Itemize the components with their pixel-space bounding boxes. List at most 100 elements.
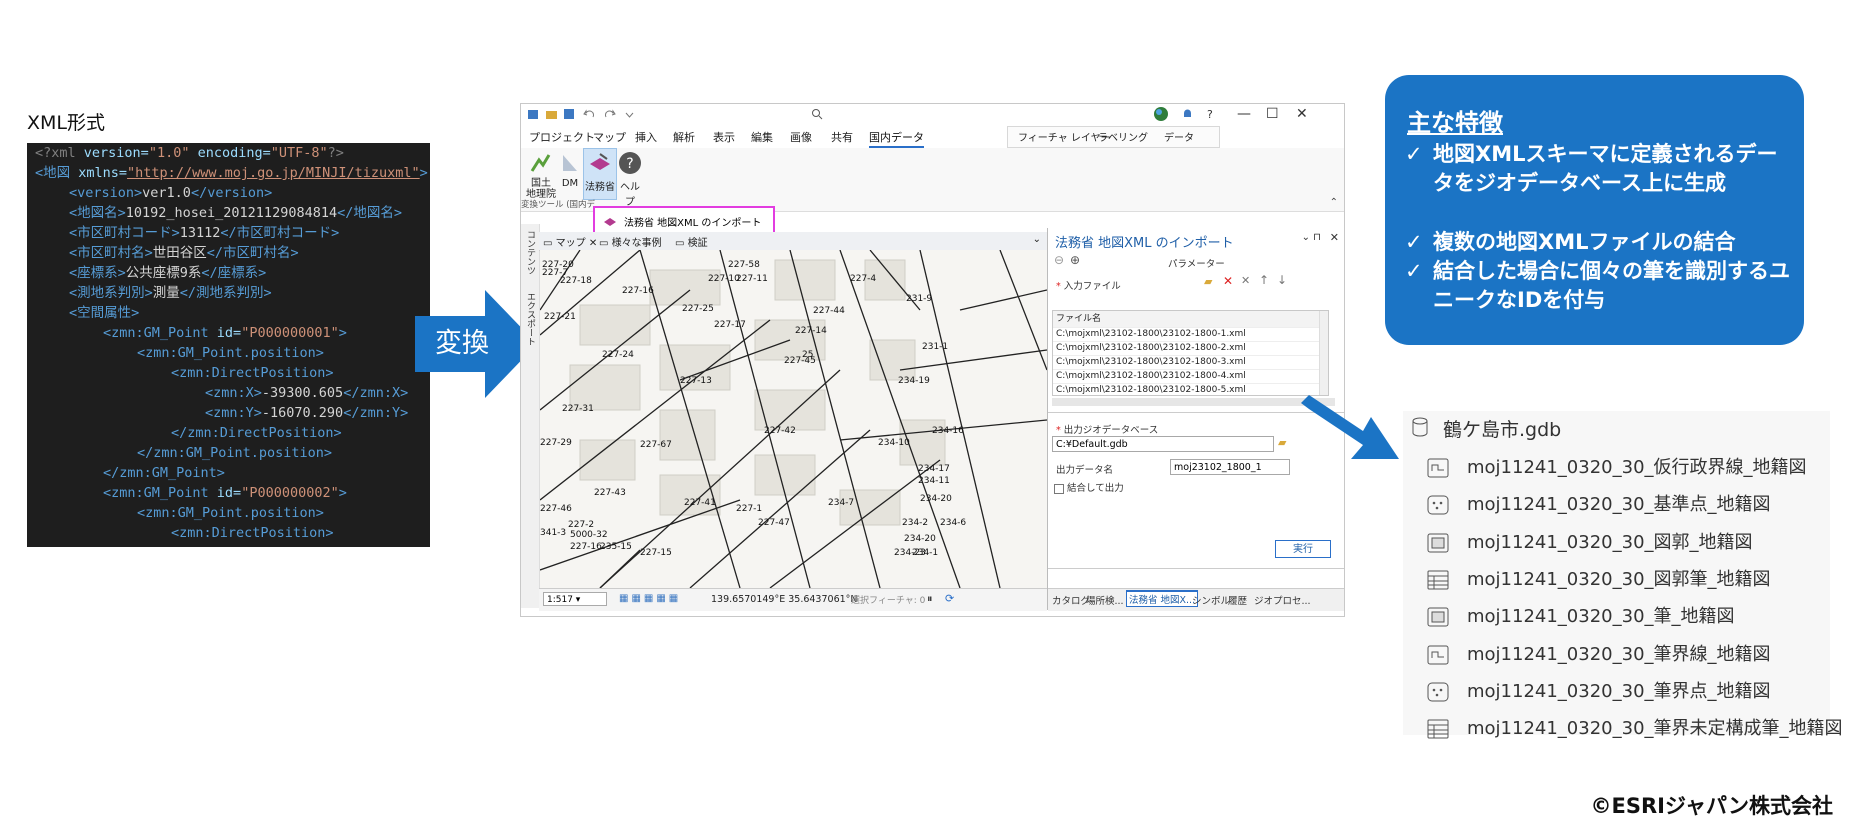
merge-checkbox[interactable] xyxy=(1054,483,1064,494)
xml-tag: </zmn:X> xyxy=(343,385,409,401)
import-menu-item[interactable]: 法務省 地図XML のインポート xyxy=(624,214,761,229)
save-icon[interactable] xyxy=(563,108,576,120)
ribbon-tab[interactable]: 共有 xyxy=(831,129,853,145)
minimize-button[interactable]: — xyxy=(1237,106,1251,122)
file-list-scrollbar[interactable] xyxy=(1319,311,1328,395)
refresh-icon[interactable]: ⟳ xyxy=(945,592,954,605)
ribbon-tab[interactable]: 国内データ xyxy=(869,129,924,148)
globe-icon[interactable] xyxy=(1153,106,1169,122)
houmu-button[interactable]: 法務省 xyxy=(583,148,617,200)
xml-line: <zmn:Y>-16070.290</zmn:Y> xyxy=(205,403,408,423)
file-row[interactable]: C:\mojxml\23102-1800\23102-1800-1.xml xyxy=(1053,327,1326,342)
pane-tab[interactable]: 履歴 xyxy=(1228,593,1247,607)
context-tab[interactable]: データ xyxy=(1164,129,1194,144)
search-icon[interactable] xyxy=(811,108,824,120)
undo-icon[interactable] xyxy=(583,108,596,120)
xml-attr: version= xyxy=(83,145,149,161)
kokudo-chiriin-button[interactable]: 国土 地理院 xyxy=(525,151,557,200)
clear-icon[interactable]: ✕ xyxy=(1241,274,1250,287)
xml-line: <?xml version="1.0" encoding="UTF-8"?> xyxy=(35,143,344,163)
map-view[interactable]: 227-20 227-7 227-18 227-58 227-10 227-11 227-1… xyxy=(540,250,1047,588)
parcel-label: 234-7 xyxy=(828,498,854,508)
tab-menu-icon[interactable]: ⌄ xyxy=(1033,234,1041,245)
file-row[interactable]: C:\mojxml\23102-1800\23102-1800-4.xml xyxy=(1053,369,1326,384)
pane-tab[interactable]: カタログ xyxy=(1052,593,1090,607)
side-tab-export[interactable]: エクスポート xyxy=(524,292,537,346)
check-icon: ✓ xyxy=(1405,259,1423,283)
browse-folder-icon[interactable]: ▰ xyxy=(1204,275,1212,288)
ribbon-tab[interactable]: 挿入 xyxy=(635,129,657,145)
help-ribbon-button[interactable]: ? ヘルプ xyxy=(616,151,644,208)
features-title: 主な特徴 xyxy=(1407,109,1503,137)
collapse-ribbon-icon[interactable]: ⌃ xyxy=(1330,197,1338,208)
tab-map[interactable]: ▭ マップ ✕ xyxy=(543,234,597,249)
input-file-list[interactable]: ファイル名 C:\mojxml\23102-1800\23102-1800-1.… xyxy=(1052,310,1329,396)
run-button[interactable]: 実行 xyxy=(1275,540,1331,558)
output-arrow xyxy=(1301,395,1401,471)
parcel-label: 227-42 xyxy=(764,426,796,436)
parcel-label: 227-47 xyxy=(758,518,790,528)
ribbon-tab[interactable]: 表示 xyxy=(713,129,735,145)
xml-attr: xmlns= xyxy=(78,165,128,181)
gp-close-icon[interactable]: ✕ xyxy=(1330,231,1339,244)
forward-icon[interactable]: ⊕ xyxy=(1070,253,1080,267)
dm-button[interactable]: DM xyxy=(559,151,581,189)
context-tab[interactable]: フィーチャ レイヤー xyxy=(1018,129,1111,144)
ribbon-tab[interactable]: 編集 xyxy=(751,129,773,145)
run-divider xyxy=(1048,568,1344,569)
output-name-field[interactable]: moj23102_1800_1 xyxy=(1170,459,1290,475)
move-up-icon[interactable]: ↑ xyxy=(1259,273,1269,287)
pin-icon[interactable]: ⌄ ⊓ xyxy=(1302,232,1321,243)
ribbon-tab[interactable]: マップ xyxy=(593,129,626,145)
pane-tab[interactable]: ジオプロセ... xyxy=(1254,593,1311,607)
xml-line: <測地系判別>測量</測地系判別> xyxy=(69,283,272,303)
parcel-label: 234-6 xyxy=(940,518,966,528)
pane-tab[interactable]: 場所検... xyxy=(1086,593,1124,607)
maximize-button[interactable]: ☐ xyxy=(1266,106,1279,122)
pause-icon[interactable]: ⏸ xyxy=(927,592,933,606)
scale-select[interactable]: 1:517 ▾ xyxy=(543,592,607,606)
back-icon[interactable]: ⊖ xyxy=(1054,253,1064,267)
horizontal-scrollbar[interactable] xyxy=(1052,398,1335,406)
open-icon[interactable] xyxy=(545,108,558,120)
tab-verify[interactable]: ▭ 検証 xyxy=(675,234,708,249)
context-tab[interactable]: ラベリング xyxy=(1098,129,1148,144)
redo-icon[interactable] xyxy=(603,108,616,120)
feature-class-label: moj11241_0320_30_筆_地籍図 xyxy=(1467,606,1735,628)
file-row[interactable]: C:\mojxml\23102-1800\23102-1800-2.xml xyxy=(1053,341,1326,356)
move-down-icon[interactable]: ↓ xyxy=(1277,273,1287,287)
xml-tag: </市区町村コード> xyxy=(220,225,340,241)
side-tab-contents[interactable]: コンテンツ xyxy=(524,230,537,275)
ribbon-tab[interactable]: プロジェクト xyxy=(529,129,595,145)
notification-icon[interactable] xyxy=(1181,108,1194,120)
xml-tag: </version> xyxy=(190,185,273,201)
merge-option[interactable]: 結合して出力 xyxy=(1054,480,1124,494)
xml-attr-value: "1.0" xyxy=(148,145,190,161)
pane-tab[interactable]: シンボル xyxy=(1192,593,1230,607)
remove-icon[interactable]: ✕ xyxy=(1223,274,1233,288)
help-icon[interactable]: ? xyxy=(1207,108,1213,121)
parcel-label: 227-13 xyxy=(680,376,712,386)
building-footprint xyxy=(579,304,651,346)
output-gdb-field[interactable]: C:¥Default.gdb xyxy=(1052,436,1274,452)
output-gdb-label: * 出力ジオデータベース xyxy=(1056,422,1158,436)
xml-tag: ?> xyxy=(327,145,344,161)
close-button[interactable]: ✕ xyxy=(1296,106,1308,122)
feature-class-label: moj11241_0320_30_筆界点_地籍図 xyxy=(1467,680,1771,702)
file-row[interactable]: C:\mojxml\23102-1800\23102-1800-3.xml xyxy=(1053,355,1326,370)
xml-line: <地図名>10192_hosei_20121129084814</地図名> xyxy=(69,203,402,223)
ribbon-tab[interactable]: 解析 xyxy=(673,129,695,145)
status-tools[interactable]: ▦▦▦▦▦ xyxy=(619,593,681,604)
help-circle-icon: ? xyxy=(619,152,641,174)
gdb-root-label[interactable]: 鶴ケ島市.gdb xyxy=(1443,415,1561,442)
point-icon xyxy=(1427,495,1449,515)
ribbon-tab[interactable]: 画像 xyxy=(790,129,812,145)
parcel-label: 227-14 xyxy=(795,326,827,336)
file-row[interactable]: C:\mojxml\23102-1800\23102-1800-5.xml xyxy=(1053,383,1326,395)
browse-gdb-icon[interactable]: ▰ xyxy=(1278,436,1286,449)
tab-cases[interactable]: ▭ 様々な事例 xyxy=(599,234,662,249)
customize-icon[interactable] xyxy=(623,108,636,120)
pane-tab[interactable]: 法務省 地図X... xyxy=(1126,590,1199,607)
new-project-icon[interactable] xyxy=(527,108,540,120)
xml-tag: <version> xyxy=(69,185,143,201)
